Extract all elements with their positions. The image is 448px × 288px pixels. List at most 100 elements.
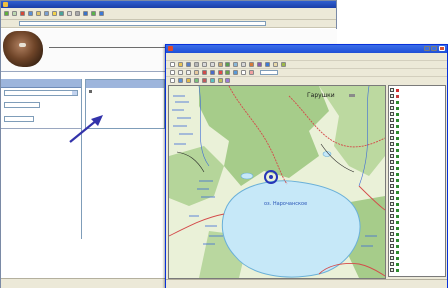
label-icon[interactable]: [209, 70, 215, 75]
legend-icon[interactable]: [257, 62, 263, 67]
layer-swatch-icon: [396, 112, 399, 116]
measure-icon[interactable]: [201, 70, 207, 75]
forward-icon[interactable]: [11, 11, 17, 16]
polygon-icon[interactable]: [233, 70, 239, 75]
layer-swatch-icon: [396, 160, 399, 164]
layer-checkbox[interactable]: [390, 136, 394, 140]
layer-checkbox[interactable]: [390, 148, 394, 152]
layer-checkbox[interactable]: [390, 160, 394, 164]
layer-checkbox[interactable]: [390, 184, 394, 188]
text-icon[interactable]: [241, 70, 247, 75]
layer-checkbox[interactable]: [390, 166, 394, 170]
messenger-icon[interactable]: [91, 11, 97, 16]
minimize-button[interactable]: [424, 46, 430, 51]
split-icon[interactable]: [201, 78, 207, 83]
layer-checkbox[interactable]: [390, 256, 394, 260]
history-icon[interactable]: [59, 11, 65, 16]
cut-icon[interactable]: [201, 62, 207, 67]
layer-checkbox[interactable]: [390, 88, 394, 92]
favorites-icon[interactable]: [51, 11, 57, 16]
address-field[interactable]: [19, 21, 266, 26]
layer-checkbox[interactable]: [390, 238, 394, 242]
erase-icon[interactable]: [249, 70, 255, 75]
layer-checkbox[interactable]: [390, 118, 394, 122]
table-icon[interactable]: [241, 62, 247, 67]
edit-icon[interactable]: [83, 11, 89, 16]
layer-checkbox[interactable]: [390, 196, 394, 200]
layer-checkbox[interactable]: [390, 106, 394, 110]
ie-icon[interactable]: [99, 11, 105, 16]
print-icon[interactable]: [75, 11, 81, 16]
layer-checkbox[interactable]: [390, 154, 394, 158]
panel-dropdown[interactable]: [4, 90, 78, 96]
layer-checkbox[interactable]: [390, 94, 394, 98]
scale-icon[interactable]: [280, 62, 286, 67]
layer-checkbox[interactable]: [390, 214, 394, 218]
zoom-level[interactable]: [260, 70, 279, 75]
panel-field-2[interactable]: [4, 116, 34, 122]
lake: [221, 180, 361, 278]
layer-checkbox[interactable]: [390, 232, 394, 236]
layer-checkbox[interactable]: [390, 124, 394, 128]
layer-swatch-icon: [396, 94, 399, 98]
copy-icon[interactable]: [209, 62, 215, 67]
refresh-icon[interactable]: [27, 11, 33, 16]
layer-checkbox[interactable]: [390, 268, 394, 272]
point-icon[interactable]: [217, 70, 223, 75]
paste-icon[interactable]: [217, 62, 223, 67]
back-icon[interactable]: [4, 11, 9, 16]
gis-window: Гарушки оз. Нарочанское: [165, 44, 448, 288]
layer-checkbox[interactable]: [390, 142, 394, 146]
layer-checkbox[interactable]: [390, 220, 394, 224]
layer-swatch-icon: [396, 184, 399, 188]
hand-icon[interactable]: [193, 70, 199, 75]
layer-checkbox[interactable]: [390, 190, 394, 194]
tree-item[interactable]: [86, 106, 164, 112]
stop-icon[interactable]: [19, 11, 25, 16]
layer-swatch-icon: [396, 208, 399, 212]
chart-icon[interactable]: [249, 62, 255, 67]
node-icon[interactable]: [177, 78, 183, 83]
layer-checkbox[interactable]: [390, 178, 394, 182]
layer-checkbox[interactable]: [390, 172, 394, 176]
snap-icon[interactable]: [185, 78, 191, 83]
home-icon[interactable]: [35, 11, 41, 16]
maximize-button[interactable]: [431, 46, 437, 51]
info-icon[interactable]: [265, 62, 271, 67]
layer-checkbox[interactable]: [390, 202, 394, 206]
merge-icon[interactable]: [209, 78, 215, 83]
layer-checkbox[interactable]: [390, 208, 394, 212]
arrow-icon[interactable]: [170, 78, 175, 83]
map-view[interactable]: Гарушки оз. Нарочанское: [168, 85, 386, 279]
new-map-icon[interactable]: [170, 62, 175, 67]
layer-swatch-icon: [396, 262, 399, 266]
layer-checkbox[interactable]: [390, 112, 394, 116]
undo-icon[interactable]: [225, 62, 231, 67]
close-button[interactable]: [439, 46, 445, 51]
zoom-out-icon[interactable]: [185, 70, 191, 75]
query-icon[interactable]: [225, 78, 231, 83]
layer-checkbox[interactable]: [390, 226, 394, 230]
select-icon[interactable]: [170, 70, 175, 75]
open-icon[interactable]: [177, 62, 183, 67]
mail-icon[interactable]: [67, 11, 73, 16]
layer-swatch-icon: [396, 250, 399, 254]
rotate-icon[interactable]: [193, 78, 199, 83]
layer-swatch-icon: [396, 226, 399, 230]
gis-toolbar-2: [166, 68, 447, 76]
layer-checkbox[interactable]: [390, 244, 394, 248]
layers-icon[interactable]: [233, 62, 239, 67]
print-icon[interactable]: [193, 62, 199, 67]
layer-item[interactable]: [390, 267, 444, 273]
buffer-icon[interactable]: [217, 78, 223, 83]
line-icon[interactable]: [225, 70, 231, 75]
layer-checkbox[interactable]: [390, 100, 394, 104]
layer-checkbox[interactable]: [390, 250, 394, 254]
search-icon[interactable]: [43, 11, 49, 16]
layer-checkbox[interactable]: [390, 130, 394, 134]
layer-checkbox[interactable]: [390, 262, 394, 266]
zoom-in-icon[interactable]: [177, 70, 183, 75]
panel-field[interactable]: [4, 102, 40, 108]
pan-icon[interactable]: [272, 62, 278, 67]
save-icon[interactable]: [185, 62, 191, 67]
